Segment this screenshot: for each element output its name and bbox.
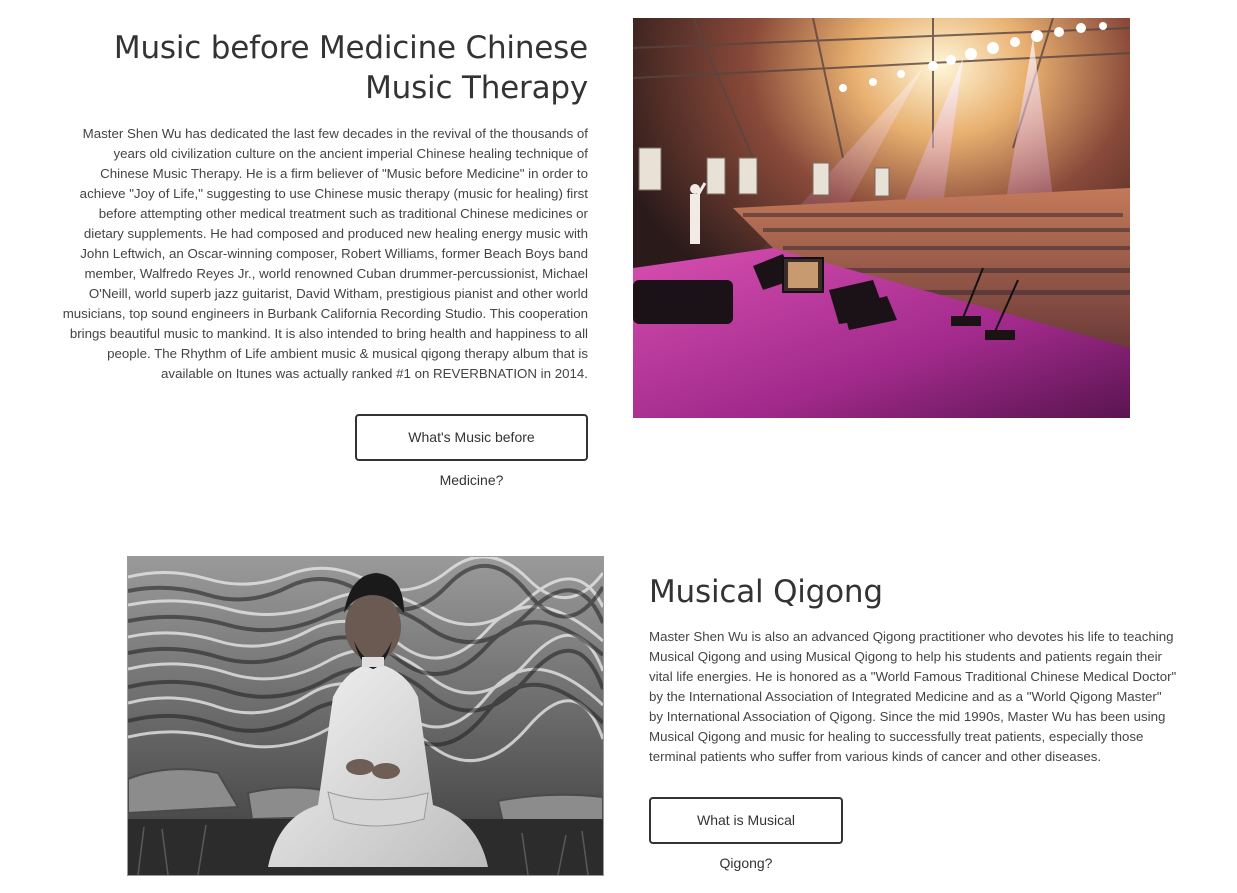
musical-qigong-button[interactable]: What is Musical Qigong? [649,797,843,871]
music-section-body: Master Shen Wu has dedicated the last fe… [62,126,588,381]
page: Music before Medicine Chinese Music Ther… [0,0,1237,893]
concert-stage-photo [633,18,1130,418]
music-before-medicine-button[interactable]: What's Music before Medicine? [355,414,588,488]
music-section-title: Music before Medicine Chinese Music Ther… [113,30,588,106]
meditating-master-photo [127,556,604,876]
qigong-section-body: Master Shen Wu is also an advanced Qigon… [649,629,1177,764]
qigong-section-text: Musical Qigong Master Shen Wu is also an… [649,572,1179,767]
music-section-text: Music before Medicine Chinese Music Ther… [62,28,588,384]
qigong-section-title: Musical Qigong [649,574,883,610]
